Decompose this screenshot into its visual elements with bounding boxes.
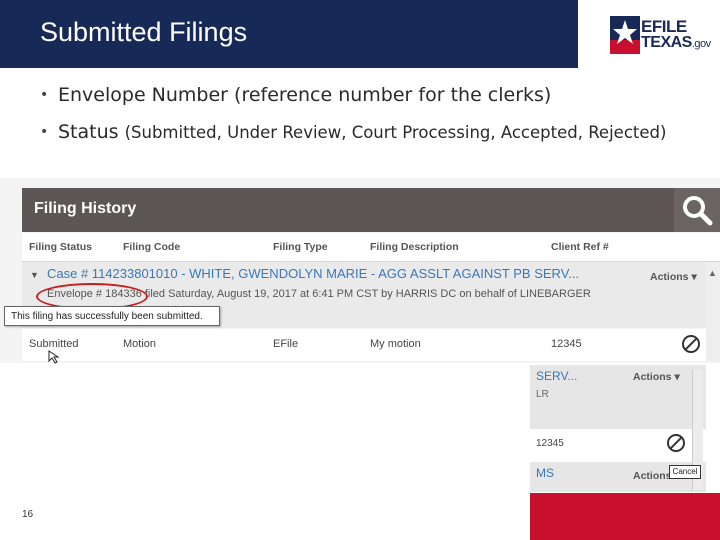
column-filing-code[interactable]: Filing Code	[123, 241, 180, 253]
logo-line-2: TEXAS.gov	[641, 34, 711, 52]
bullet-dot: •	[40, 87, 49, 103]
page-number: 16	[22, 509, 34, 520]
slide-title: Submitted Filings	[40, 17, 248, 47]
efile-texas-logo: EFILE TEXAS.gov	[610, 16, 714, 56]
bullet-dot: •	[40, 124, 49, 140]
bullet-lead: Status	[58, 121, 119, 143]
search-button[interactable]	[674, 188, 720, 232]
mouse-pointer-icon	[48, 350, 60, 364]
cell-filing-code: Motion	[123, 338, 157, 350]
column-filing-status[interactable]: Filing Status	[29, 241, 92, 253]
case-title-link[interactable]: Case # 114233801010 - WHITE, GWENDOLYN M…	[47, 266, 579, 281]
cancel-filing-icon[interactable]	[682, 335, 700, 353]
lower-case-title[interactable]: SERV...	[536, 369, 577, 383]
lower-client-ref: 12345	[536, 438, 564, 449]
status-tooltip: This filing has successfully been submit…	[4, 306, 220, 326]
column-filing-type[interactable]: Filing Type	[273, 241, 328, 253]
slide-header: Submitted Filings EFILE TEXAS.gov	[0, 0, 720, 68]
column-filing-description[interactable]: Filing Description	[370, 241, 459, 253]
search-icon	[683, 196, 713, 226]
bullet-status: • Status (Submitted, Under Review, Court…	[40, 119, 710, 145]
actions-menu[interactable]: Actions ▾	[650, 271, 697, 283]
scroll-up-icon[interactable]: ▲	[708, 268, 717, 278]
cell-client-ref: 12345	[551, 338, 582, 350]
chevron-down-icon: ▾	[691, 271, 697, 283]
lower-actions-label-2[interactable]: Actions	[633, 470, 672, 482]
chevron-down-icon: ▾	[674, 371, 680, 383]
lower-cancel-icon[interactable]	[667, 434, 685, 452]
logo-gov: .gov	[691, 38, 711, 50]
bullet-list: • Envelope Number (reference number for …	[40, 82, 710, 145]
cell-filing-status: Submitted	[29, 338, 79, 350]
texas-star-icon	[610, 16, 640, 54]
lower-actions-label: Actions	[633, 371, 672, 383]
logo-texas: TEXAS	[641, 34, 692, 51]
column-client-ref[interactable]: Client Ref #	[551, 241, 609, 253]
filing-history-title: Filing History	[34, 200, 137, 217]
lower-actions-menu[interactable]: Actions ▾	[633, 371, 680, 383]
collapse-caret-icon[interactable]: ▼	[30, 270, 39, 280]
bullet-envelope-number: • Envelope Number (reference number for …	[40, 82, 710, 108]
cell-filing-type: EFile	[273, 338, 299, 350]
bullet-text: Envelope Number (reference number for th…	[58, 84, 552, 106]
lower-next-case-title[interactable]: MS	[536, 466, 554, 480]
cell-filing-description: My motion	[370, 338, 421, 350]
bullet-detail: (Submitted, Under Review, Court Processi…	[124, 123, 667, 142]
footer-white-area	[0, 493, 530, 540]
lower-line-2: LR	[536, 389, 549, 400]
cancel-tooltip: Cancel	[669, 465, 701, 479]
actions-label: Actions	[650, 271, 689, 283]
